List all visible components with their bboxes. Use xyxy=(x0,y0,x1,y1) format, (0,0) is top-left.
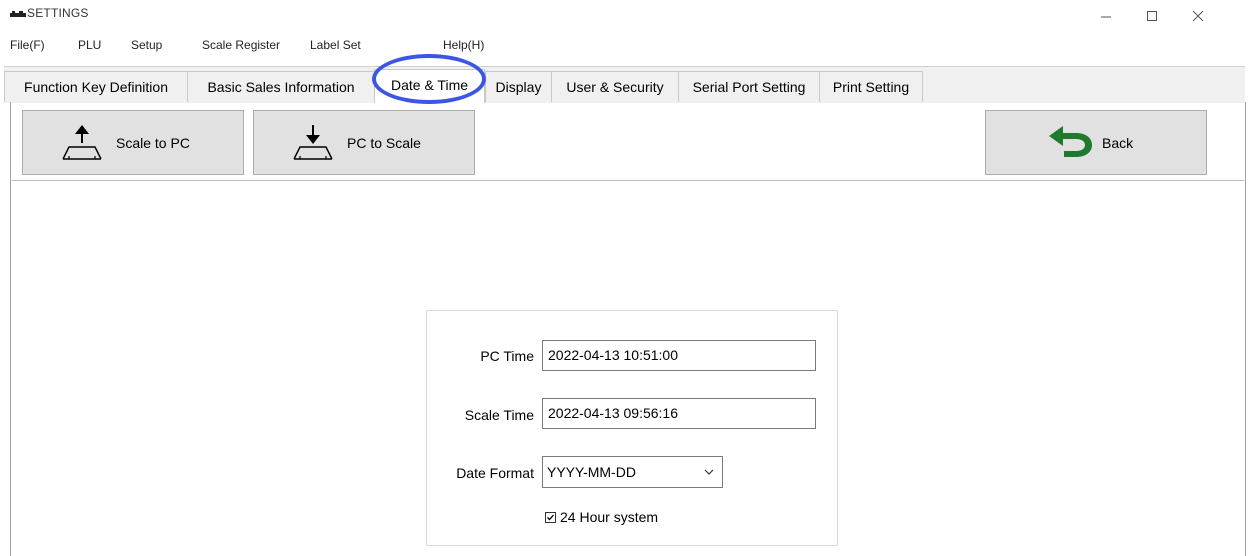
menu-bar: File(F) PLU Setup Scale Register Label S… xyxy=(0,36,1251,56)
scale-download-icon xyxy=(293,125,333,160)
menu-label-set[interactable]: Label Set xyxy=(310,38,361,52)
date-format-select[interactable]: YYYY-MM-DD xyxy=(542,456,723,488)
minimize-button[interactable] xyxy=(1083,0,1129,32)
chevron-down-icon xyxy=(704,469,714,475)
scale-to-pc-label: Scale to PC xyxy=(116,135,190,151)
tab-basic-sales-information[interactable]: Basic Sales Information xyxy=(187,71,374,102)
menu-plu[interactable]: PLU xyxy=(78,38,101,52)
tab-serial-port-setting[interactable]: Serial Port Setting xyxy=(678,71,819,102)
checkbox-check-icon xyxy=(545,512,556,523)
back-button[interactable]: Back xyxy=(985,110,1207,175)
scale-time-label: Scale Time xyxy=(464,407,534,423)
scale-upload-icon xyxy=(62,125,102,160)
title-bar: SETTINGS xyxy=(0,0,1251,32)
pc-time-field[interactable]: 2022-04-13 10:51:00 xyxy=(542,340,816,371)
date-time-panel: PC Time 2022-04-13 10:51:00 Scale Time 2… xyxy=(426,310,838,546)
close-icon xyxy=(1192,10,1204,22)
content-right-border xyxy=(1245,102,1246,556)
content-left-border xyxy=(10,102,11,556)
close-button[interactable] xyxy=(1175,0,1221,32)
menu-file[interactable]: File(F) xyxy=(10,38,45,52)
pc-time-label: PC Time xyxy=(480,348,534,364)
minimize-icon xyxy=(1101,16,1111,18)
pc-to-scale-label: PC to Scale xyxy=(347,135,421,151)
hour-system-label: 24 Hour system xyxy=(560,509,659,525)
menu-help[interactable]: Help(H) xyxy=(443,38,484,52)
scale-time-field[interactable]: 2022-04-13 09:56:16 xyxy=(542,398,816,429)
tab-user-security[interactable]: User & Security xyxy=(551,71,678,102)
highlight-annotation xyxy=(372,54,486,104)
tab-print-setting[interactable]: Print Setting xyxy=(819,71,923,102)
maximize-button[interactable] xyxy=(1129,0,1175,32)
date-format-value: YYYY-MM-DD xyxy=(547,464,636,480)
tab-display[interactable]: Display xyxy=(485,71,551,102)
scale-to-pc-button[interactable]: Scale to PC xyxy=(22,110,244,175)
window-title: SETTINGS xyxy=(27,6,89,20)
app-logo-icon xyxy=(10,11,26,17)
back-arrow-icon xyxy=(1049,126,1092,157)
tab-function-key-definition[interactable]: Function Key Definition xyxy=(4,71,187,102)
date-format-label: Date Format xyxy=(456,465,534,481)
maximize-icon xyxy=(1147,11,1157,21)
toolbar-separator xyxy=(10,180,1246,181)
back-label: Back xyxy=(1102,135,1134,151)
menu-scale-register[interactable]: Scale Register xyxy=(202,38,280,52)
menu-setup[interactable]: Setup xyxy=(131,38,162,52)
tab-strip: Function Key Definition Basic Sales Info… xyxy=(4,66,1245,103)
pc-to-scale-button[interactable]: PC to Scale xyxy=(253,110,475,175)
hour-system-checkbox[interactable]: 24 Hour system xyxy=(545,509,658,525)
